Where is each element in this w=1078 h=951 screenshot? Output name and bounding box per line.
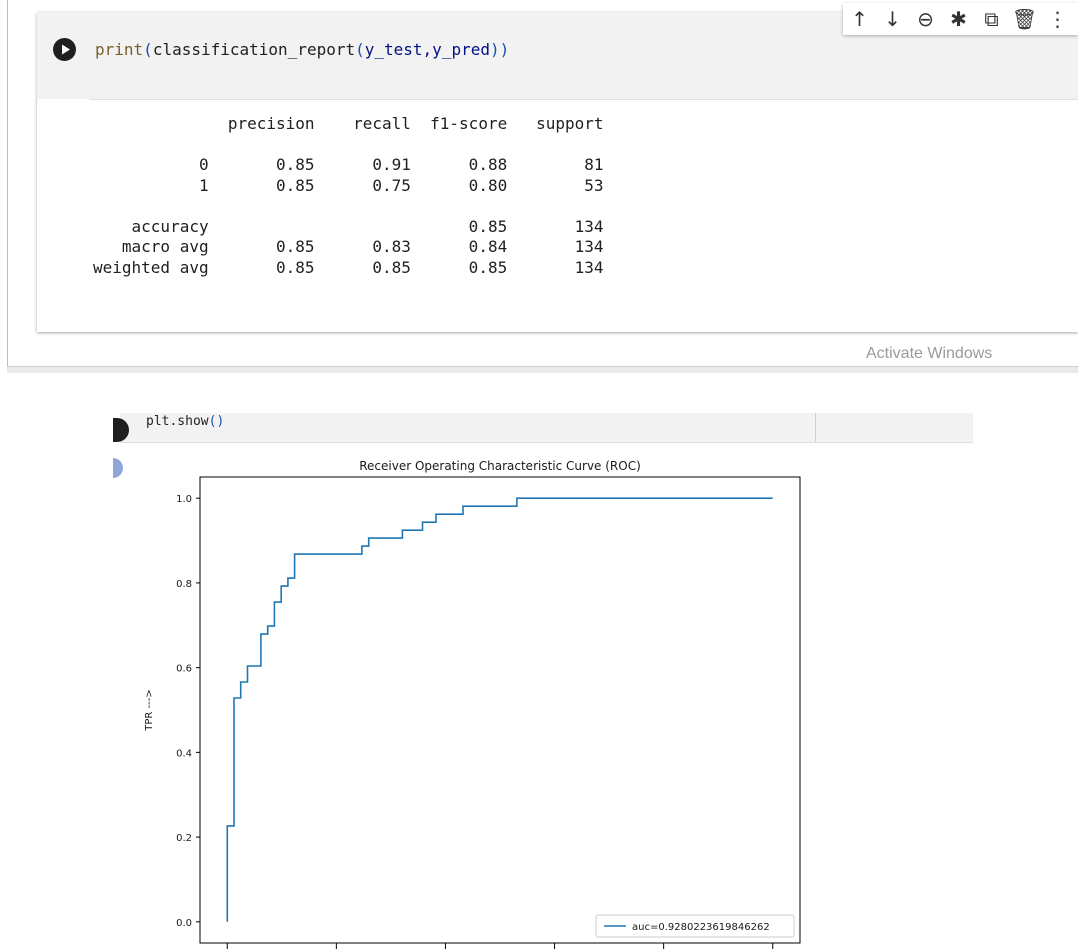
notebook-panel-top: print(classification_report(y_test,y_pre… bbox=[0, 0, 1078, 373]
report-line: macro avg 0.85 0.83 0.84 134 bbox=[93, 237, 604, 256]
y-tick-label: 0.4 bbox=[176, 748, 192, 759]
panel-left-border bbox=[7, 0, 8, 372]
delete-icon[interactable]: 🗑 bbox=[1008, 4, 1041, 34]
report-line: accuracy 0.85 134 bbox=[93, 216, 604, 236]
panel-bottom-edge bbox=[7, 366, 1078, 373]
code-token-paren: ( bbox=[355, 40, 365, 59]
y-tick-label: 1.0 bbox=[176, 494, 192, 505]
play-icon bbox=[62, 44, 70, 55]
mirror-cell-icon[interactable]: ⧉ bbox=[975, 4, 1008, 34]
code-token-paren: )) bbox=[489, 40, 510, 59]
run-cell-button[interactable] bbox=[53, 38, 76, 61]
chart-title: Receiver Operating Characteristic Curve … bbox=[359, 459, 641, 473]
legend-label: auc=0.9280223619846262 bbox=[632, 922, 770, 933]
report-line: weighted avg 0.85 0.85 0.85 134 bbox=[93, 257, 604, 277]
report-line: 1 0.85 0.75 0.80 53 bbox=[93, 175, 604, 195]
y-axis-label: TPR ---> bbox=[144, 689, 155, 731]
report-line bbox=[93, 196, 604, 217]
y-tick-label: 0.2 bbox=[176, 833, 192, 844]
code-cell-plt-show[interactable] bbox=[120, 413, 973, 443]
code-token-paren: () bbox=[208, 414, 225, 429]
report-line: 0 0.85 0.91 0.88 81 bbox=[93, 155, 604, 174]
code-token-plt-show: plt.show bbox=[146, 414, 209, 429]
settings-gear-icon[interactable]: ✱ bbox=[942, 4, 975, 34]
y-tick-label: 0.6 bbox=[176, 664, 192, 675]
y-tick-label: 0.0 bbox=[176, 918, 192, 929]
more-options-icon[interactable]: ⋮ bbox=[1041, 4, 1074, 34]
code-token-args: y_test,y_pred bbox=[364, 40, 490, 59]
code-token-function: classification_report bbox=[152, 40, 356, 59]
roc-chart: Receiver Operating Characteristic Curve … bbox=[144, 459, 801, 949]
code-token-print: print bbox=[95, 40, 144, 59]
cell-output-area: precision recall f1-score support 0 0.85… bbox=[37, 100, 1078, 332]
code-cell-classification-report[interactable]: print(classification_report(y_test,y_pre… bbox=[37, 12, 1078, 332]
report-line: precision recall f1-score support bbox=[93, 114, 604, 133]
roc-curve-line bbox=[226, 497, 773, 922]
report-line bbox=[93, 135, 604, 156]
cell-toolbar: ↑ ↓ ⊖ ✱ ⧉ 🗑 ⋮ bbox=[843, 3, 1078, 35]
cell-divider bbox=[815, 413, 816, 442]
code-line-plt-show[interactable]: plt.show() bbox=[146, 414, 224, 429]
move-down-icon[interactable]: ↓ bbox=[876, 4, 909, 34]
link-icon[interactable]: ⊖ bbox=[909, 4, 942, 34]
classification-report-output: precision recall f1-score support 0 0.85… bbox=[93, 114, 604, 278]
move-up-icon[interactable]: ↑ bbox=[843, 4, 876, 34]
code-line[interactable]: print(classification_report(y_test,y_pre… bbox=[95, 40, 509, 59]
y-tick-label: 0.8 bbox=[176, 579, 192, 590]
activate-windows-watermark: Activate Windows bbox=[866, 345, 993, 362]
code-token-paren: ( bbox=[143, 40, 153, 59]
plot-frame bbox=[199, 476, 801, 944]
